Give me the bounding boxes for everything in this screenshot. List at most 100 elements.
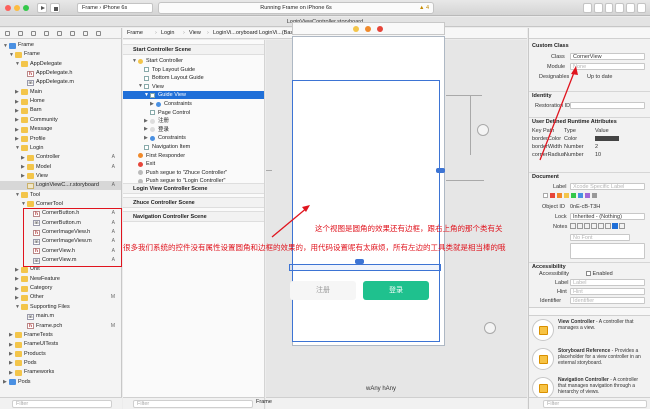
register-button[interactable]: 注册 — [290, 281, 356, 300]
scheme-selector[interactable]: Frame › iPhone 6s — [77, 3, 153, 13]
udra-type[interactable]: Number — [564, 151, 584, 159]
navigator-filter-input[interactable]: Filter — [12, 400, 112, 408]
disclosure-open-icon[interactable]: ▼ — [15, 62, 20, 67]
stop-button[interactable] — [50, 3, 60, 13]
library-item[interactable]: View Controller - A controller that mana… — [532, 319, 648, 347]
navigator-row[interactable]: LoginViewC...r.storyboard A — [0, 181, 121, 191]
debug-icon[interactable] — [70, 31, 75, 36]
symbol-icon[interactable] — [18, 31, 23, 36]
disclosure-closed-icon[interactable]: ▶ — [9, 342, 13, 348]
udra-value[interactable]: 2 — [595, 143, 598, 151]
identifier-field[interactable]: Identifier — [570, 297, 645, 304]
jump-bar-crumb[interactable]: LoginVi...oryboard — [213, 28, 258, 38]
navigator-row[interactable]: ▶ Community — [0, 116, 121, 125]
jump-bar-crumb[interactable]: View — [189, 28, 201, 38]
size-class-toggle[interactable]: wAny hAny — [366, 386, 396, 392]
outline-item[interactable]: ▶ Constraints — [123, 100, 264, 108]
disclosure-closed-icon[interactable]: ▶ — [9, 361, 13, 366]
outline-scene[interactable]: Login View Controller Scene — [123, 183, 264, 194]
disclosure-closed-icon[interactable]: ▶ — [9, 352, 13, 357]
navigator-row[interactable]: ▼ Login — [0, 144, 121, 153]
disclosure-closed-icon[interactable]: ▶ — [15, 108, 19, 114]
navigator-row[interactable]: ▶ View — [0, 172, 121, 181]
navigator-row[interactable]: ▶ NewFeature — [0, 275, 121, 284]
library-item[interactable]: Storyboard Reference - Provides a placeh… — [532, 348, 648, 376]
udra-key[interactable]: borderWidth — [532, 143, 562, 151]
outline-item[interactable]: ▼ Guide View — [123, 91, 264, 100]
login-button[interactable]: 登录 — [363, 281, 429, 300]
assistant-editor-button[interactable] — [593, 3, 603, 13]
navigator-row[interactable]: ▼ Supporting Files — [0, 303, 121, 312]
disclosure-open-icon[interactable]: ▼ — [132, 58, 137, 64]
guide-view[interactable] — [292, 80, 440, 342]
exit-icon[interactable] — [377, 26, 383, 32]
first-responder-icon[interactable] — [365, 26, 371, 32]
toggle-utilities-button[interactable] — [637, 3, 646, 13]
jump-bar-crumb[interactable]: Frame — [127, 28, 143, 38]
outline-item[interactable]: Exit — [123, 160, 264, 168]
navigator-row[interactable]: m main.m — [0, 312, 121, 321]
jump-bar-crumb[interactable]: Login — [161, 28, 174, 38]
navigator-row[interactable]: ▼ Frame — [0, 50, 121, 59]
warning-icon[interactable] — [44, 31, 49, 36]
disclosure-open-icon[interactable]: ▼ — [21, 202, 26, 207]
disclosure-closed-icon[interactable]: ▶ — [144, 127, 148, 132]
disclosure-closed-icon[interactable]: ▶ — [15, 267, 19, 273]
navigator-row[interactable]: ▶ Barn — [0, 106, 121, 115]
breakpoint-icon[interactable] — [83, 31, 88, 36]
corner-view-outline[interactable] — [289, 264, 441, 271]
view-controller-icon[interactable] — [353, 26, 359, 32]
zoom-window-button[interactable] — [23, 5, 29, 11]
warning-badge[interactable]: ▲ 4 — [419, 3, 429, 14]
outline-item[interactable]: First Responder — [123, 152, 264, 160]
restoration-id-field[interactable] — [570, 102, 645, 109]
navigator-row[interactable]: ▼ Tool — [0, 191, 121, 200]
version-editor-button[interactable] — [604, 3, 614, 13]
accessibility-enabled-checkbox[interactable]: Enabled — [586, 270, 613, 278]
disclosure-closed-icon[interactable]: ▶ — [3, 380, 7, 385]
udra-type[interactable]: Color — [564, 135, 577, 143]
lock-select[interactable]: Inherited - (Nothing) — [570, 213, 645, 220]
disclosure-closed-icon[interactable]: ▶ — [144, 118, 148, 124]
disclosure-closed-icon[interactable]: ▶ — [144, 135, 148, 141]
library-tabs[interactable] — [529, 307, 650, 316]
disclosure-closed-icon[interactable]: ▶ — [15, 277, 19, 282]
disclosure-closed-icon[interactable]: ▶ — [9, 370, 13, 376]
disclosure-closed-icon[interactable]: ▶ — [21, 165, 25, 170]
disclosure-closed-icon[interactable]: ▶ — [15, 286, 19, 292]
close-window-button[interactable] — [5, 5, 11, 11]
disclosure-open-icon[interactable]: ▼ — [15, 193, 20, 198]
outline-item[interactable]: Top Layout Guide — [123, 66, 264, 74]
navigator-row[interactable]: ▶ FrameUITests — [0, 340, 121, 349]
disclosure-closed-icon[interactable]: ▶ — [15, 127, 19, 133]
outline-item[interactable]: Push segue to "Zhuce Controller" — [123, 169, 264, 177]
navigator-row[interactable]: ▶ Products — [0, 350, 121, 359]
navigator-row[interactable]: ▼ Frame — [0, 41, 121, 50]
search-icon[interactable] — [31, 31, 36, 36]
notes-font-field[interactable]: No Font — [570, 234, 630, 241]
toggle-debug-button[interactable] — [626, 3, 636, 13]
disclosure-closed-icon[interactable]: ▶ — [9, 333, 13, 338]
udra-key[interactable]: cornerRadius — [532, 151, 565, 159]
library-filter-input[interactable]: Filter — [543, 400, 647, 408]
disclosure-open-icon[interactable]: ▼ — [15, 146, 20, 151]
resize-handle-right[interactable] — [436, 168, 445, 173]
udra-color-swatch[interactable] — [595, 135, 619, 143]
disclosure-open-icon[interactable]: ▼ — [9, 52, 14, 58]
udra-type[interactable]: Number — [564, 143, 584, 151]
navigator-row[interactable]: ▶ Other M — [0, 293, 121, 302]
disclosure-closed-icon[interactable]: ▶ — [21, 174, 25, 179]
navigator-row[interactable]: m AppDelegate.m — [0, 78, 121, 87]
class-field[interactable]: CornerView — [570, 53, 645, 60]
navigator-row[interactable]: ▶ Home — [0, 97, 121, 106]
outline-item[interactable]: ▶ 注册 — [123, 117, 264, 125]
acc-label-field[interactable]: Label — [570, 279, 645, 286]
toggle-navigator-button[interactable] — [615, 3, 625, 13]
disclosure-closed-icon[interactable]: ▶ — [15, 90, 19, 95]
minimize-window-button[interactable] — [14, 5, 20, 11]
udra-value[interactable]: 10 — [595, 151, 601, 159]
notes-toolbar[interactable] — [570, 223, 625, 231]
hint-field[interactable]: Hint — [570, 288, 645, 295]
outline-item[interactable]: Page Control — [123, 109, 264, 117]
navigator-row[interactable]: ▶ Frameworks — [0, 368, 121, 377]
